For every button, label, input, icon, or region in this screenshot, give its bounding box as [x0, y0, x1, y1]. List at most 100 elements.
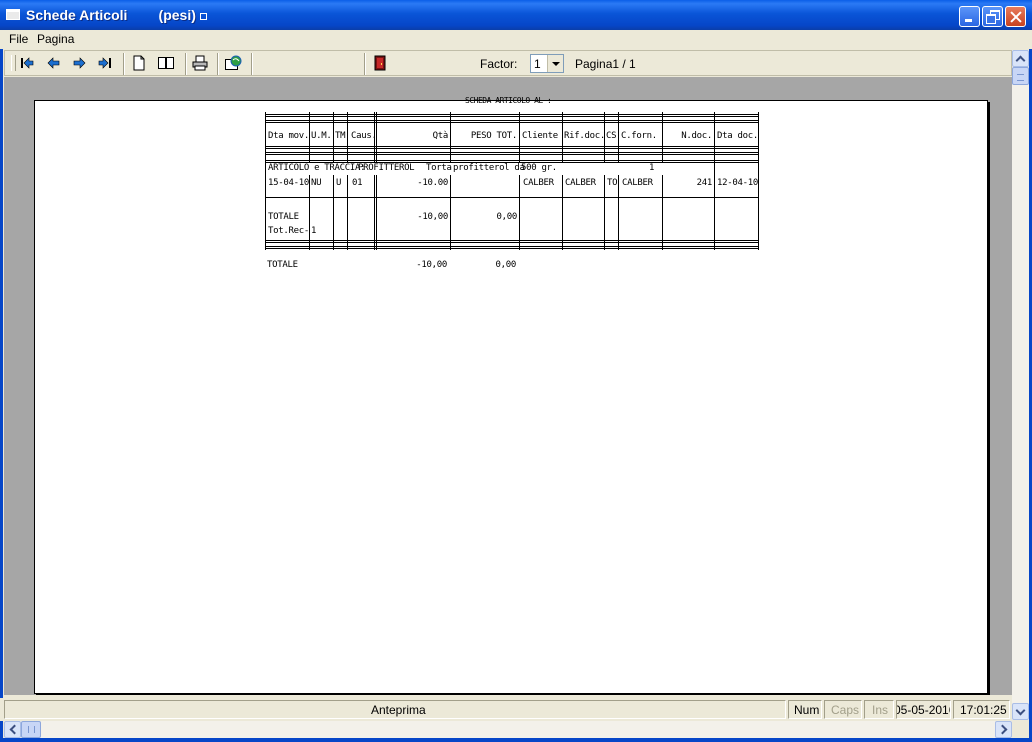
close-icon — [1006, 7, 1025, 26]
status-time: 17:01:25 — [960, 703, 1007, 717]
menu-file[interactable]: File — [9, 32, 28, 46]
header-cs: CS — [606, 131, 617, 141]
factor-select[interactable]: 1 — [530, 54, 564, 73]
header-rif-doc: Rif.doc. — [564, 131, 605, 141]
row-dta-doc: 12-04-10 — [717, 178, 758, 188]
last-page-icon — [98, 57, 111, 69]
toolbar-grip[interactable] — [11, 55, 16, 71]
toolbar: Factor: 1 Pagina1 / 1 — [4, 50, 1012, 76]
header-caus: Caus. — [351, 131, 377, 141]
status-caps: Caps — [831, 703, 860, 717]
header-qta: Qtà — [432, 131, 449, 141]
window-border-bottom — [0, 738, 1032, 742]
two-pages-button[interactable] — [156, 54, 176, 72]
first-page-button[interactable] — [17, 54, 37, 72]
last-page-button[interactable] — [95, 54, 115, 72]
status-date-panel: 05-05-2016 — [896, 700, 951, 719]
menu-pagina[interactable]: Pagina — [37, 32, 74, 46]
restore-button[interactable] — [982, 6, 1003, 27]
status-mode-panel: Anteprima — [4, 700, 786, 719]
vertical-scrollbar[interactable] — [1012, 50, 1029, 720]
status-ins-panel: Ins — [864, 700, 894, 719]
toolbar-separator — [251, 53, 253, 75]
row-caus: 01 — [352, 178, 363, 188]
status-ins: Ins — [872, 703, 889, 717]
next-page-icon — [73, 57, 86, 69]
page-indicator: Pagina1 / 1 — [575, 57, 636, 71]
window-border-left — [0, 30, 3, 742]
vertical-scroll-thumb[interactable] — [1012, 67, 1029, 85]
factor-label: Factor: — [480, 57, 518, 71]
scroll-right-button[interactable] — [995, 721, 1012, 738]
scroll-down-button[interactable] — [1012, 703, 1029, 720]
scroll-up-button[interactable] — [1012, 50, 1029, 67]
menu-bar: File Pagina — [0, 30, 1032, 49]
article-prefix: ARTICOLO e TRACCIA: — [268, 163, 366, 173]
header-um: U.M. — [311, 131, 332, 141]
status-time-panel: 17:01:25 — [953, 700, 1010, 719]
header-peso-tot: PESO TOT. — [470, 131, 517, 141]
window-title-main: Schede Articoli — [26, 7, 128, 23]
report-title: SCHEDA ARTICOLO AL : — [465, 96, 552, 105]
title-square-icon — [199, 12, 207, 20]
grand-total-peso: 0,00 — [495, 260, 517, 270]
report-page: SCHEDA ARTICOLO AL : Dta mov. U.M. TM Ca… — [34, 96, 988, 694]
status-num: Num — [794, 703, 820, 717]
printer-icon — [192, 55, 208, 71]
article-code: PROFITTEROL — [358, 163, 415, 173]
status-bar: Anteprima Num Caps Ins 05-05-2016 17:01:… — [0, 698, 1012, 721]
prev-page-icon — [47, 57, 60, 69]
article-desc-3: 500 gr. — [521, 163, 557, 173]
export-icon — [225, 55, 242, 70]
tot-rec-value: 1 — [311, 226, 317, 236]
scroll-left-button[interactable] — [4, 721, 21, 738]
row-cliente: CALBER — [523, 178, 554, 188]
prev-page-button[interactable] — [44, 54, 64, 72]
report-table: Dta mov. U.M. TM Caus. Qtà PESO TOT. Cli… — [265, 112, 759, 250]
subtotal-peso: 0,00 — [496, 212, 518, 222]
first-page-icon — [21, 57, 34, 69]
exit-button[interactable] — [370, 54, 390, 72]
main-window: Schede Articoli (pesi) File Pagina Facto… — [0, 0, 1032, 742]
horizontal-scrollbar[interactable] — [4, 721, 1012, 738]
title-bar[interactable]: Schede Articoli (pesi) — [0, 0, 1032, 30]
article-line: ARTICOLO e TRACCIA: PROFITTEROL Torta pr… — [266, 163, 714, 175]
next-page-button[interactable] — [69, 54, 89, 72]
chevron-down-icon[interactable] — [547, 55, 563, 72]
subtotal-qty: -10,00 — [417, 212, 448, 222]
factor-value: 1 — [534, 57, 541, 71]
grand-total-qty: -10,00 — [416, 260, 447, 270]
window-title-sub: (pesi) — [158, 7, 196, 23]
status-num-panel: Num — [788, 700, 822, 719]
row-um: NU — [311, 178, 322, 188]
exit-door-icon — [374, 55, 386, 71]
header-cliente: Cliente — [522, 131, 558, 141]
status-caps-panel: Caps — [824, 700, 862, 719]
subtotal-label: TOTALE — [268, 212, 299, 222]
minimize-icon — [965, 19, 972, 22]
single-page-icon — [133, 55, 145, 71]
export-button[interactable] — [223, 54, 243, 72]
close-button[interactable] — [1005, 6, 1026, 27]
row-tm: U — [336, 178, 342, 188]
row-cs: TO — [607, 178, 618, 188]
row-n-doc: 241 — [696, 178, 713, 188]
row-rif-doc: CALBER — [565, 178, 596, 188]
horizontal-scroll-thumb[interactable] — [21, 721, 41, 738]
preview-area[interactable]: SCHEDA ARTICOLO AL : Dta mov. U.M. TM Ca… — [4, 77, 1012, 695]
header-tm: TM — [335, 131, 346, 141]
restore-icon — [983, 7, 1002, 26]
toolbar-separator — [185, 53, 187, 75]
minimize-button[interactable] — [959, 6, 980, 27]
single-page-button[interactable] — [129, 54, 149, 72]
header-dta-mov: Dta mov. — [268, 131, 309, 141]
status-mode: Anteprima — [371, 703, 426, 717]
window-title: Schede Articoli (pesi) — [26, 7, 207, 23]
app-icon[interactable] — [6, 9, 20, 20]
toolbar-separator — [123, 53, 125, 75]
article-desc-1: Torta — [426, 163, 452, 173]
row-c-forn: CALBER — [622, 178, 653, 188]
print-button[interactable] — [190, 54, 210, 72]
header-dta-doc: Dta doc. — [717, 131, 758, 141]
header-c-forn: C.forn. — [621, 131, 657, 141]
